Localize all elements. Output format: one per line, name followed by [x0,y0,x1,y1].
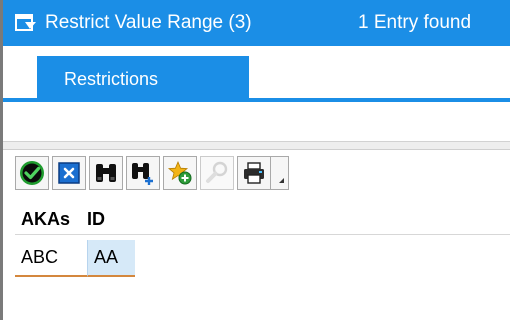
continue-button[interactable] [15,156,49,190]
dropdown-arrow-icon [279,178,284,183]
print-options-dropdown[interactable] [271,156,289,190]
column-header-akas[interactable]: AKAs [15,203,85,234]
restrictions-area [3,106,510,142]
green-check-icon [20,161,44,185]
title-bar: Restrict Value Range (3) 1 Entry found [3,0,510,46]
tab-label: Restrictions [64,68,159,89]
table-header: AKAs ID [15,203,510,235]
cancel-button[interactable] [52,156,86,190]
print-button[interactable] [237,156,271,190]
window-menu-icon[interactable] [15,13,37,33]
separator-band [3,142,510,150]
tab-strip: Restrictions [3,46,510,102]
star-add-icon [167,160,192,185]
printer-icon [244,162,264,184]
binoculars-icon [96,164,116,182]
add-favorite-button[interactable] [163,156,197,190]
window-title: Restrict Value Range (3) [45,12,252,33]
search-help-button[interactable] [200,156,234,190]
tab-restrictions[interactable]: Restrictions [37,56,249,102]
cell-akas[interactable]: ABC [15,240,87,277]
binoculars-plus-icon [132,163,153,185]
column-header-id[interactable]: ID [85,203,145,234]
find-button[interactable] [89,156,123,190]
toolbar [15,152,292,194]
blue-x-icon [58,162,80,184]
entries-found-text: 1 Entry found [358,12,472,33]
magnifier-disabled-icon [206,161,228,183]
table-row[interactable]: ABC AA [15,240,135,277]
find-next-button[interactable] [126,156,160,190]
cell-id[interactable]: AA [87,240,135,277]
dialog-window: Restrict Value Range (3) 1 Entry found R… [0,0,510,320]
